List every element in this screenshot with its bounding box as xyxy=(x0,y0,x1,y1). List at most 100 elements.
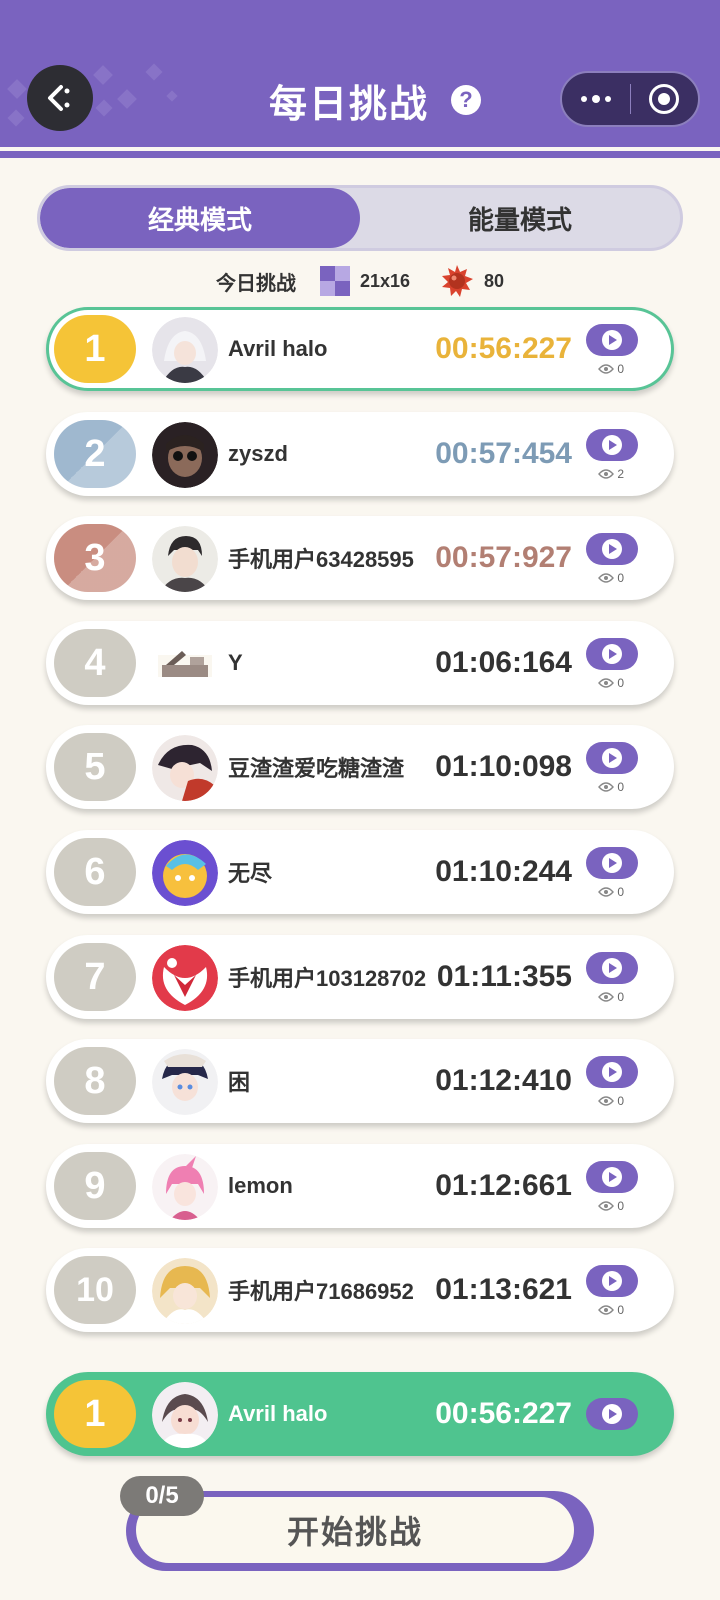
my-rank-badge: 1 xyxy=(54,1380,136,1448)
eye-icon xyxy=(598,992,615,1002)
player-time: 01:12:661 xyxy=(435,1169,572,1202)
avatar xyxy=(152,1154,218,1220)
rank-row[interactable]: 10 手机用户71686952 01:13:621 0 xyxy=(46,1248,674,1332)
player-name: 豆渣渣爱吃糖渣渣 xyxy=(228,756,405,781)
avatar xyxy=(152,945,218,1011)
replay-button[interactable] xyxy=(586,952,638,984)
eye-icon xyxy=(598,1305,615,1315)
replay-button[interactable] xyxy=(586,1056,638,1088)
eye-icon xyxy=(598,364,615,374)
challenge-label: 今日挑战 xyxy=(215,272,296,295)
player-time: 01:06:164 xyxy=(435,646,572,679)
rank-badge: 6 xyxy=(54,838,136,906)
avatar xyxy=(152,1382,218,1448)
play-icon xyxy=(602,958,622,978)
player-name: 手机用户103128702 xyxy=(228,966,427,991)
play-icon xyxy=(602,539,622,559)
view-count: 0 xyxy=(598,1092,624,1110)
view-count-value: 0 xyxy=(617,362,624,376)
rank-badge: 9 xyxy=(54,1152,136,1220)
player-name: Y xyxy=(228,650,243,675)
start-challenge-button[interactable]: 开始挑战 xyxy=(136,1497,574,1563)
play-icon xyxy=(602,748,622,768)
view-count: 0 xyxy=(598,1301,624,1319)
eye-icon xyxy=(598,469,615,479)
player-time: 01:10:244 xyxy=(435,855,572,888)
my-player-name: Avril halo xyxy=(228,1401,328,1426)
player-name: Avril halo xyxy=(228,336,328,361)
play-icon xyxy=(602,1167,622,1187)
more-dots-icon[interactable] xyxy=(562,73,630,125)
eye-icon xyxy=(598,1201,615,1211)
avatar xyxy=(152,422,218,488)
replay-button[interactable] xyxy=(586,533,638,565)
rank-row[interactable]: 6 无尽 01:10:244 0 xyxy=(46,830,674,914)
grid-size-value: 21x16 xyxy=(359,270,411,291)
view-count-value: 2 xyxy=(617,467,624,481)
rank-badge: 7 xyxy=(54,943,136,1011)
eye-icon xyxy=(598,782,615,792)
player-time: 00:57:454 xyxy=(435,437,572,470)
mini-program-capsule xyxy=(560,71,700,127)
view-count-value: 0 xyxy=(617,780,624,794)
player-time: 01:12:410 xyxy=(435,1064,572,1097)
replay-button[interactable] xyxy=(586,1161,638,1193)
view-count-value: 0 xyxy=(617,1303,624,1317)
my-replay-button[interactable] xyxy=(586,1398,638,1430)
help-icon[interactable]: ? xyxy=(451,85,481,115)
rank-row[interactable]: 3 手机用户63428595 00:57:927 0 xyxy=(46,516,674,600)
player-time: 01:10:098 xyxy=(435,750,572,783)
avatar xyxy=(152,1049,218,1115)
rank-badge: 8 xyxy=(54,1047,136,1115)
rank-row[interactable]: 1 Avril halo 00:56:227 0 xyxy=(46,307,674,391)
replay-button[interactable] xyxy=(586,429,638,461)
replay-button[interactable] xyxy=(586,324,638,356)
play-icon xyxy=(602,1404,622,1424)
avatar xyxy=(152,317,218,383)
play-icon xyxy=(602,330,622,350)
replay-button[interactable] xyxy=(586,847,638,879)
player-time: 01:13:621 xyxy=(435,1273,572,1306)
my-rank-row[interactable]: 1 Avril halo 00:56:227 xyxy=(46,1372,674,1456)
target-circle-icon[interactable] xyxy=(631,73,699,125)
rank-badge: 4 xyxy=(54,629,136,697)
mine-count-value: 80 xyxy=(484,270,505,291)
play-icon xyxy=(602,853,622,873)
rank-row[interactable]: 2 zyszd 00:57:454 2 xyxy=(46,412,674,496)
rank-badge: 10 xyxy=(54,1256,136,1324)
view-count: 0 xyxy=(598,988,624,1006)
view-count-value: 0 xyxy=(617,885,624,899)
tab-classic-mode[interactable]: 经典模式 xyxy=(40,188,360,248)
play-icon xyxy=(602,644,622,664)
play-icon xyxy=(602,1062,622,1082)
view-count-value: 0 xyxy=(617,990,624,1004)
rank-row[interactable]: 5 豆渣渣爱吃糖渣渣 01:10:098 0 xyxy=(46,725,674,809)
eye-icon xyxy=(598,1096,615,1106)
grid-size-icon xyxy=(319,266,350,296)
view-count: 0 xyxy=(598,883,624,901)
eye-icon xyxy=(598,573,615,583)
rank-row[interactable]: 7 手机用户103128702 01:11:355 0 xyxy=(46,935,674,1019)
mode-tabs: 经典模式 能量模式 xyxy=(37,185,683,251)
player-time: 00:57:927 xyxy=(435,541,572,574)
replay-button[interactable] xyxy=(586,1265,638,1297)
tab-energy-mode[interactable]: 能量模式 xyxy=(360,188,680,248)
view-count-value: 0 xyxy=(617,1199,624,1213)
player-name: zyszd xyxy=(228,441,288,466)
replay-button[interactable] xyxy=(586,742,638,774)
challenge-info: 今日挑战 21x16 80 xyxy=(0,263,720,299)
avatar xyxy=(152,1258,218,1324)
player-time: 00:56:227 xyxy=(435,332,572,365)
view-count: 2 xyxy=(598,465,624,483)
view-count: 0 xyxy=(598,569,624,587)
player-name: lemon xyxy=(228,1173,293,1198)
replay-button[interactable] xyxy=(586,638,638,670)
player-name: 手机用户63428595 xyxy=(228,547,414,572)
play-icon xyxy=(602,1271,622,1291)
view-count-value: 0 xyxy=(617,1094,624,1108)
rank-row[interactable]: 4 Y 01:06:164 0 xyxy=(46,621,674,705)
rank-row[interactable]: 8 困 01:12:410 0 xyxy=(46,1039,674,1123)
player-name: 困 xyxy=(228,1070,251,1095)
eye-icon xyxy=(598,887,615,897)
rank-row[interactable]: 9 lemon 01:12:661 0 xyxy=(46,1144,674,1228)
